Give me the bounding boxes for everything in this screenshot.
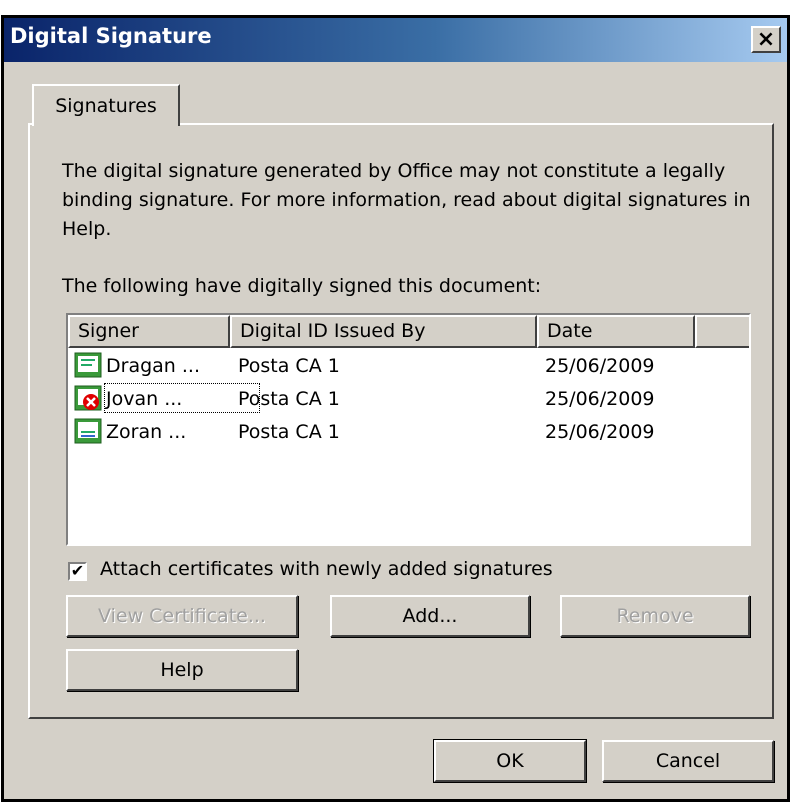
- remove-button[interactable]: Remove: [560, 595, 750, 637]
- signers-list[interactable]: Signer Digital ID Issued By Date Dragan …: [66, 313, 751, 546]
- list-header: Signer Digital ID Issued By Date: [68, 315, 749, 348]
- signers-list-label: The following have digitally signed this…: [62, 275, 542, 297]
- tab-signatures[interactable]: Signatures: [32, 84, 180, 126]
- info-text: The digital signature generated by Offic…: [62, 160, 751, 240]
- issuer-name: Posta CA 1: [238, 355, 340, 377]
- ok-button[interactable]: OK: [433, 739, 587, 783]
- checkmark-icon: ✔: [70, 561, 85, 580]
- issuer-name: Posta CA 1: [238, 421, 340, 443]
- issuer-name: Posta CA 1: [238, 388, 340, 410]
- window-title: Digital Signature: [10, 24, 212, 48]
- certificate-icon: [74, 418, 102, 444]
- close-icon: ×: [756, 26, 776, 52]
- certificate-valid-icon: [74, 352, 102, 378]
- close-button[interactable]: ×: [751, 26, 781, 53]
- sign-date: 25/06/2009: [545, 388, 655, 410]
- tab-label: Signatures: [55, 95, 157, 117]
- signer-name: Zoran ...: [106, 421, 187, 443]
- attach-certificates-checkbox[interactable]: ✔: [68, 562, 87, 581]
- certificate-invalid-icon: [74, 385, 102, 411]
- attach-certificates-label: Attach certificates with newly added sig…: [100, 558, 553, 580]
- title-bar[interactable]: Digital Signature ×: [4, 18, 787, 62]
- column-header-signer[interactable]: Signer: [68, 315, 230, 348]
- help-button[interactable]: Help: [66, 649, 298, 691]
- table-row[interactable]: Jovan ... Posta CA 1 25/06/2009: [68, 383, 749, 415]
- digital-signature-dialog: Digital Signature × Signatures The digit…: [1, 15, 790, 802]
- signer-name: Jovan ...: [106, 388, 183, 410]
- column-header-date[interactable]: Date: [537, 315, 695, 348]
- view-certificate-button[interactable]: View Certificate...: [66, 595, 298, 637]
- signer-name: Dragan ...: [106, 355, 200, 377]
- table-row[interactable]: Zoran ... Posta CA 1 25/06/2009: [68, 416, 749, 448]
- add-button[interactable]: Add...: [330, 595, 530, 637]
- sign-date: 25/06/2009: [545, 421, 655, 443]
- column-header-issuer[interactable]: Digital ID Issued By: [230, 315, 537, 348]
- sign-date: 25/06/2009: [545, 355, 655, 377]
- column-header-blank[interactable]: [695, 315, 749, 348]
- cancel-button[interactable]: Cancel: [602, 740, 774, 782]
- table-row[interactable]: Dragan ... Posta CA 1 25/06/2009: [68, 350, 749, 382]
- signatures-panel: The digital signature generated by Offic…: [28, 123, 774, 719]
